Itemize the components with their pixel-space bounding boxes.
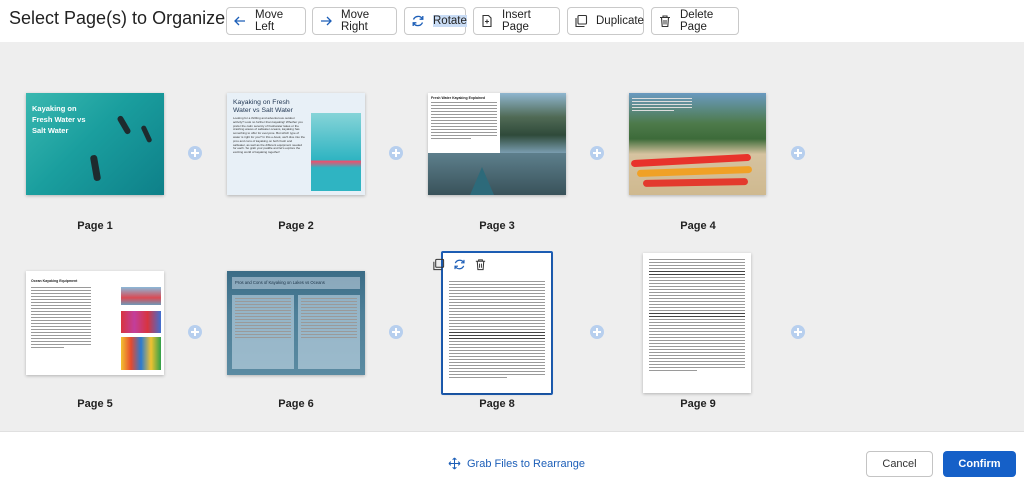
kayaker-image [116, 114, 132, 136]
delete-page-label: Delete Page [680, 9, 714, 33]
page-9-text [649, 259, 745, 373]
page-8-text [449, 281, 545, 380]
trash-icon [660, 15, 670, 28]
pages-canvas: Kayaking on Fresh Water vs Salt Water Pa… [0, 42, 1024, 431]
insert-between-button[interactable] [389, 146, 403, 160]
insert-between-button[interactable] [590, 146, 604, 160]
insert-between-button[interactable] [188, 146, 202, 160]
page-label-2: Page 2 [278, 220, 314, 232]
page-label-9: Page 9 [680, 398, 716, 410]
page-3-title: Fresh Water Kayaking Explained [431, 96, 486, 100]
page-6-left-column [232, 295, 294, 369]
page-thumbnail-2[interactable]: Kayaking on Fresh Water vs Salt Water Lo… [227, 93, 365, 195]
page-1-title: Kayaking on Fresh Water vs Salt Water [32, 104, 86, 135]
kayaker-image [140, 124, 153, 144]
page-label-4: Page 4 [680, 220, 716, 232]
page-2-body: Looking for a thrilling and adventurous … [233, 117, 305, 155]
rotate-icon [412, 15, 424, 27]
insert-between-button[interactable] [389, 325, 403, 339]
page-6-right-column [298, 295, 360, 369]
page-label-5: Page 5 [77, 398, 113, 410]
move-left-button[interactable]: Move Left [226, 7, 306, 35]
kayak-bow [470, 167, 494, 195]
kayaker-image [89, 154, 102, 182]
duplicate-label: Duplicate [596, 15, 644, 27]
page-thumbnail-4[interactable] [629, 93, 766, 195]
toolbar: Select Page(s) to Organize Move Left Mov… [0, 0, 1024, 42]
insert-page-button[interactable]: Insert Page [473, 7, 560, 35]
footer: Grab Files to Rearrange Cancel Confirm [0, 431, 1024, 493]
kayak-row [630, 153, 752, 168]
insert-between-button[interactable] [791, 325, 805, 339]
rotate-button[interactable]: Rotate [404, 7, 467, 35]
duplicate-icon [575, 14, 588, 28]
kayak-photo [311, 113, 361, 191]
grab-files-label: Grab Files to Rearrange [467, 457, 585, 470]
page-4-text [632, 98, 692, 113]
page-label-8: Page 8 [479, 398, 515, 410]
insert-page-label: Insert Page [502, 9, 531, 33]
move-arrows-icon [448, 457, 461, 470]
insert-page-icon [482, 14, 492, 28]
page-title: Select Page(s) to Organize [9, 8, 226, 28]
confirm-button[interactable]: Confirm [943, 451, 1016, 477]
duplicate-button[interactable]: Duplicate [567, 7, 644, 35]
page-3-text [431, 102, 497, 141]
duplicate-icon[interactable] [432, 258, 445, 271]
page-label-6: Page 6 [278, 398, 314, 410]
page-thumbnail-9[interactable] [643, 253, 751, 393]
page-5-title: Ocean Kayaking Equipment [31, 279, 78, 283]
trash-icon[interactable] [474, 258, 487, 271]
kayak-photo [121, 287, 161, 305]
move-left-label: Move Left [255, 9, 284, 33]
page-hover-toolbar [432, 258, 487, 271]
page-6-title: Pros and Cons of Kayaking on Lakes vs Oc… [232, 277, 360, 289]
delete-page-button[interactable]: Delete Page [651, 7, 739, 35]
arrow-right-icon [321, 16, 332, 26]
kayak-row [642, 178, 749, 187]
rotate-icon[interactable] [453, 258, 466, 271]
cancel-button[interactable]: Cancel [866, 451, 933, 477]
page-label-3: Page 3 [479, 220, 515, 232]
lake-photo [500, 93, 566, 153]
page-label-1: Page 1 [77, 220, 113, 232]
page-thumbnail-8[interactable] [443, 253, 551, 393]
kayak-row [636, 165, 753, 178]
paddles-photo [121, 311, 161, 333]
insert-between-button[interactable] [590, 325, 604, 339]
grab-files-link[interactable]: Grab Files to Rearrange [448, 457, 585, 470]
page-5-text [31, 287, 91, 350]
kayak-bow-photo [428, 153, 566, 195]
arrow-left-icon [234, 16, 245, 26]
page-thumbnail-1[interactable]: Kayaking on Fresh Water vs Salt Water [26, 93, 164, 195]
page-thumbnail-5[interactable]: Ocean Kayaking Equipment [26, 271, 164, 375]
page-2-title: Kayaking on Fresh Water vs Salt Water [233, 99, 293, 114]
move-right-button[interactable]: Move Right [312, 7, 397, 35]
page-thumbnail-6[interactable]: Pros and Cons of Kayaking on Lakes vs Oc… [227, 271, 365, 375]
insert-between-button[interactable] [188, 325, 202, 339]
rotate-label: Rotate [433, 15, 467, 27]
insert-between-button[interactable] [791, 146, 805, 160]
move-right-label: Move Right [341, 9, 370, 33]
page-thumbnail-3[interactable]: Fresh Water Kayaking Explained [428, 93, 566, 195]
paddles-photo [121, 337, 161, 370]
